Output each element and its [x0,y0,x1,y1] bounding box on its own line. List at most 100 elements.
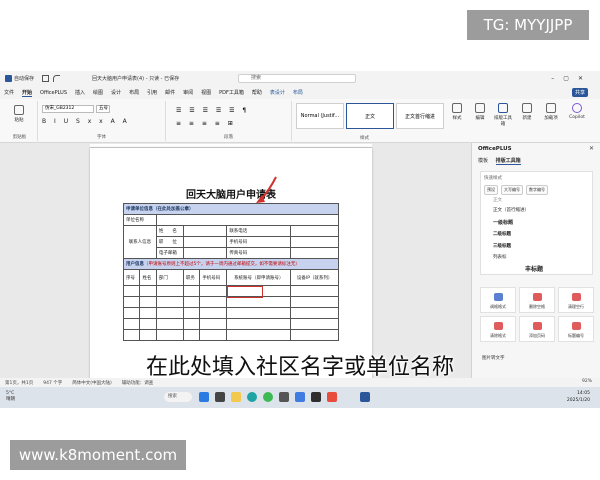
pane-tabs: 模板 排版工具箱 [478,157,527,165]
menu-insert[interactable]: 插入 [75,89,85,96]
menu-pdf-tools[interactable]: PDF工具箱 [219,89,244,96]
menu-layout[interactable]: 布局 [129,89,139,96]
style-item-body-indent[interactable]: 正文（首行缩进） [493,207,529,213]
tool-clear-blank-lines[interactable]: 清理空行 [558,287,594,313]
style-item-h2[interactable]: 二级标题 [493,231,511,237]
unit-name-input[interactable] [155,214,340,226]
style-item-list[interactable]: 列表标 [493,254,507,260]
position-label: 职 位 [155,236,184,248]
officeplus-pane: OfficePLUS ✕ 模板 排版工具箱 快速样式 预设 大写编号 数字编号 … [471,143,600,379]
chrome-icon[interactable] [263,392,273,402]
addins-button[interactable]: 加载项 [540,103,562,137]
menu-file[interactable]: 文件 [4,89,14,96]
search-edit-icon [475,103,485,113]
close-icon[interactable]: ✕ [589,145,594,152]
tool-heading-number[interactable]: 标题编号 [558,316,594,342]
style-body-indent[interactable]: 正文首行缩进 [396,103,444,129]
tool-clear-format-label: 清除格式 [490,333,506,338]
menu-table-layout[interactable]: 布局 [293,89,303,96]
styles-button[interactable]: 样式 [446,103,468,137]
quick-styles-box: 快速样式 预设 大写编号 数字编号 正文 正文（首行缩进） 一级标题 二级标题 … [480,171,593,275]
store-icon[interactable] [279,392,289,402]
task-view-icon[interactable] [215,392,225,402]
menu-review[interactable]: 审阅 [183,89,193,96]
style-body[interactable]: 正文 [346,103,394,129]
taskbar-clock[interactable]: 14:05 2025/1/20 [567,390,590,404]
mobile-input[interactable] [290,236,339,248]
table-row[interactable] [122,318,339,330]
fax-input[interactable] [290,247,339,259]
font-name-select[interactable]: 仿宋_GB2312 [42,105,94,113]
font-format-buttons[interactable]: B I U S x x A A [42,118,130,125]
weather-widget[interactable]: 5°C 晴朗 [6,391,15,403]
doc-title: 回天大脑用户申请表 [186,190,276,201]
paste-icon [14,105,24,115]
styles-label: 样式 [360,136,369,141]
word-taskbar-icon[interactable] [360,392,370,402]
style-item-main-title[interactable]: 丰标题 [525,264,543,273]
font-size-select[interactable]: 五号 [96,105,110,113]
menu-design[interactable]: 设计 [111,89,121,96]
tab-templates[interactable]: 模板 [478,158,488,164]
tool-format-label: 调格格式 [490,304,506,309]
watermark-top: TG: MYYJJPP [467,10,589,40]
tool-remove-spaces[interactable]: 删除空格 [519,287,555,313]
table-row[interactable] [122,329,339,341]
explorer-icon[interactable] [231,392,241,402]
tool-format[interactable]: 调格格式 [480,287,516,313]
taskbar-apps [196,392,373,402]
chip-preset[interactable]: 预设 [484,185,498,195]
title-search-input[interactable]: 搜索 [238,74,356,83]
clock-date: 2025/1/20 [566,398,590,403]
clipboard-label: 剪贴板 [12,135,27,140]
tool-clear-format[interactable]: 清除格式 [480,316,516,342]
share-button[interactable]: 共享 [571,88,588,97]
paragraph-buttons[interactable]: ☰ ☰ ☰ ☰ ☰ ¶ [176,107,249,114]
window-controls[interactable]: –▢✕ [551,75,592,82]
paragraph-group: ☰ ☰ ☰ ☰ ☰ ¶ ≡ ≡ ≡ ≡ ⊞ 段落 [166,101,292,141]
menu-mailings[interactable]: 邮件 [165,89,175,96]
save-icon[interactable] [42,75,50,82]
menu-help[interactable]: 帮助 [252,89,262,96]
style-normal[interactable]: Normal (Justif... [296,103,344,129]
menu-table-design[interactable]: 表设计 [270,89,285,96]
position-input[interactable] [182,236,228,248]
new-button[interactable]: 新建 [516,103,538,137]
layout-toolbox-button[interactable]: 排版工具箱 [492,103,514,137]
app-icon[interactable] [327,392,337,402]
chip-digit-numbering[interactable]: 数字编号 [526,185,548,195]
windows-start-icon[interactable] [199,392,209,402]
menu-officeplus[interactable]: OfficePLUS [40,90,67,96]
menu-view[interactable]: 视图 [201,89,211,96]
app-icon[interactable] [311,392,321,402]
style-item-h1[interactable]: 一级标题 [493,219,513,226]
style-item-h3[interactable]: 三级标题 [493,243,511,249]
menu-draw[interactable]: 绘图 [93,89,103,96]
menu-references[interactable]: 引用 [147,89,157,96]
office-phone-input[interactable] [290,225,339,237]
ribbon: 粘贴 剪贴板 字体 仿宋_GB2312 五号 B I U S x x A A ☰… [0,99,600,143]
tool-page-number[interactable]: 添加页码 [519,316,555,342]
align-buttons[interactable]: ≡ ≡ ≡ ≡ ⊞ [176,120,236,127]
mobile-label: 手机号码 [226,236,292,248]
email-input[interactable] [182,247,228,259]
editing-button[interactable]: 编辑 [469,103,491,137]
section1-header: 申请单位信息（在此处加盖公章） [123,203,339,215]
autosave-label[interactable]: 自动保存 [14,75,34,82]
name-input[interactable] [182,225,228,237]
quick-styles-label: 快速样式 [484,176,502,181]
table-row[interactable] [122,307,339,319]
style-item-body[interactable]: 正文 [493,197,502,203]
edge-icon[interactable] [247,392,257,402]
tab-layout-toolbox[interactable]: 排版工具箱 [495,158,521,165]
undo-icon[interactable] [53,75,61,82]
chip-upper-numbering[interactable]: 大写编号 [501,185,523,195]
menu-home[interactable]: 开始 [22,89,33,97]
copilot-button[interactable]: Copilot [566,103,588,137]
taskbar-search[interactable]: 搜索 [164,392,192,402]
table-row[interactable] [122,296,339,308]
tool-heading-number-label: 标题编号 [568,333,584,338]
col-header-account: 系统账号（即申请账号） [226,269,292,286]
menu-bar: 文件 开始 OfficePLUS 插入 绘图 设计 布局 引用 邮件 审阅 视图… [0,86,600,99]
app-icon[interactable] [295,392,305,402]
